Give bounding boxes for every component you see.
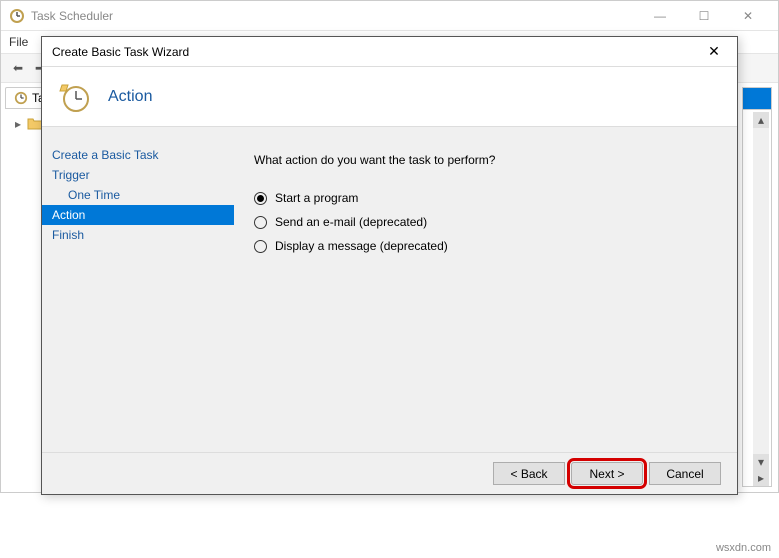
radio-label: Display a message (deprecated) — [275, 239, 448, 253]
radio-icon — [254, 192, 267, 205]
step-one-time[interactable]: One Time — [42, 185, 234, 205]
menu-file[interactable]: File — [9, 35, 28, 49]
step-trigger[interactable]: Trigger — [42, 165, 234, 185]
radio-start-program[interactable]: Start a program — [254, 191, 717, 205]
radio-send-email[interactable]: Send an e-mail (deprecated) — [254, 215, 717, 229]
radio-display-message[interactable]: Display a message (deprecated) — [254, 239, 717, 253]
clock-icon — [14, 91, 28, 105]
wizard-header-icon — [56, 79, 92, 115]
scroll-right-icon[interactable]: ▸ — [753, 470, 769, 486]
next-button[interactable]: Next > — [571, 462, 643, 485]
radio-icon — [254, 216, 267, 229]
back-button[interactable]: < Back — [493, 462, 565, 485]
wizard-heading: Action — [108, 88, 152, 106]
wizard-footer: < Back Next > Cancel — [42, 452, 737, 494]
cancel-button[interactable]: Cancel — [649, 462, 721, 485]
maximize-button[interactable]: ☐ — [682, 2, 726, 30]
step-finish[interactable]: Finish — [42, 225, 234, 245]
minimize-button[interactable]: — — [638, 2, 682, 30]
wizard-title: Create Basic Task Wizard — [52, 45, 701, 59]
nav-back-icon[interactable]: ⬅ — [7, 57, 29, 79]
create-basic-task-wizard: Create Basic Task Wizard ✕ Action Create… — [41, 36, 738, 495]
wizard-main: What action do you want the task to perf… — [234, 127, 737, 452]
watermark: wsxdn.com — [716, 542, 771, 554]
app-clock-icon — [9, 8, 25, 24]
scroll-down-icon[interactable]: ▾ — [753, 454, 769, 470]
scroll-up-icon[interactable]: ▴ — [753, 112, 769, 128]
wizard-header: Action — [42, 67, 737, 127]
wizard-prompt: What action do you want the task to perf… — [254, 153, 717, 167]
radio-label: Send an e-mail (deprecated) — [275, 215, 427, 229]
wizard-sidebar: Create a Basic Task Trigger One Time Act… — [42, 127, 234, 452]
radio-label: Start a program — [275, 191, 358, 205]
actions-pane-header — [743, 88, 771, 110]
wizard-body: Create a Basic Task Trigger One Time Act… — [42, 127, 737, 452]
actions-pane: ▴ ▾ ▸ — [742, 87, 772, 487]
main-title-bar: Task Scheduler — ☐ ✕ — [1, 1, 778, 31]
step-action[interactable]: Action — [42, 205, 234, 225]
wizard-title-bar: Create Basic Task Wizard ✕ — [42, 37, 737, 67]
main-window-title: Task Scheduler — [31, 9, 638, 23]
window-controls: — ☐ ✕ — [638, 2, 770, 30]
wizard-close-button[interactable]: ✕ — [701, 39, 727, 65]
vertical-scrollbar[interactable]: ▴ ▾ — [753, 112, 769, 470]
tree-expander-icon[interactable]: ▸ — [15, 117, 27, 131]
radio-icon — [254, 240, 267, 253]
step-create-basic-task[interactable]: Create a Basic Task — [42, 145, 234, 165]
close-button[interactable]: ✕ — [726, 2, 770, 30]
